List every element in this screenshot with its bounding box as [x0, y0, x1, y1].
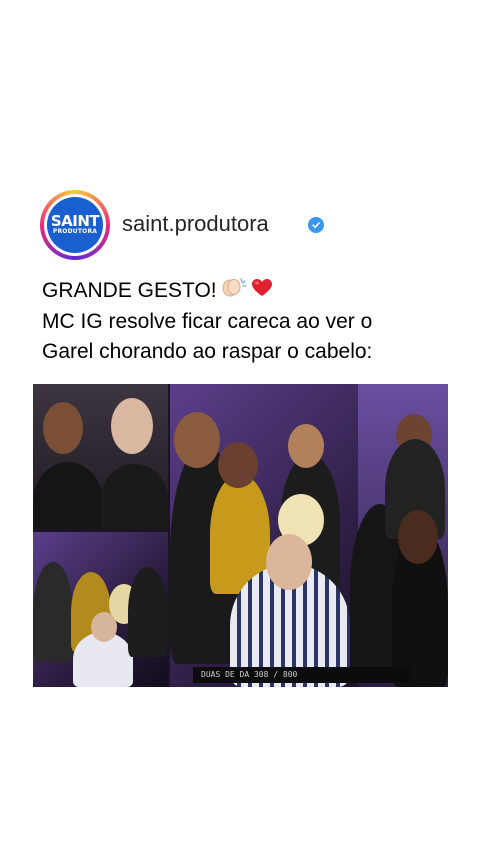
avatar[interactable]: SAINT PRODUTORA: [47, 197, 103, 253]
story-ring[interactable]: SAINT PRODUTORA: [40, 190, 110, 260]
post-caption: GRANDE GESTO! MC IG resolve ficar careca…: [42, 276, 462, 367]
red-heart-icon: [251, 277, 273, 307]
photo-tile-group: [33, 532, 168, 687]
caption-line-3: Garel chorando ao raspar o cabelo:: [42, 340, 373, 363]
photo-tile-main: [170, 384, 448, 687]
post-photo-collage[interactable]: DUAS DE DA 308 / 800: [33, 384, 448, 687]
avatar-logo-subtext: PRODUTORA: [52, 228, 98, 235]
post-header: SAINT PRODUTORA saint.produtora: [40, 190, 450, 260]
caption-line-2: MC IG resolve ficar careca ao ver o: [42, 310, 373, 333]
photo-overlay-caption: DUAS DE DA 308 / 800: [193, 667, 411, 683]
verified-badge-icon: [308, 217, 324, 233]
avatar-logo-text: SAINT: [50, 212, 100, 230]
username[interactable]: saint.produtora: [122, 211, 269, 237]
clapping-hands-icon: [219, 276, 249, 307]
photo-tile-selfie: [33, 384, 168, 529]
caption-headline: GRANDE GESTO!: [42, 279, 217, 303]
caption-line-1: GRANDE GESTO!: [42, 276, 462, 307]
